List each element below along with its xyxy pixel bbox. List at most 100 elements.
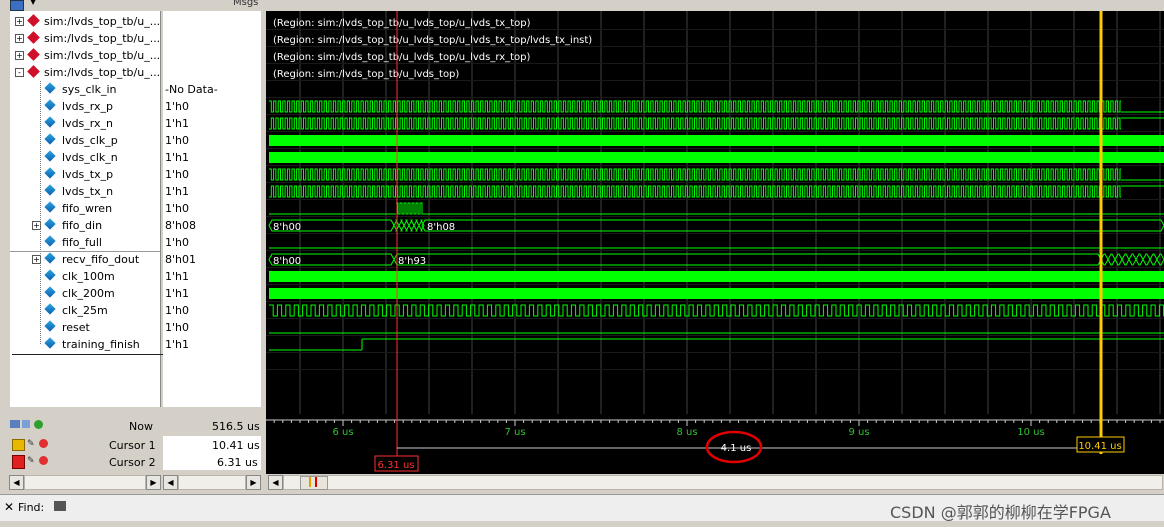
cursor2-tag-label: 6.31 us [378,460,415,471]
waveform-dense-block [269,152,1164,163]
signal-row-lvds-rx-p[interactable]: lvds_rx_p [10,98,160,115]
signal-value [163,30,263,47]
scroll-left-icon[interactable]: ◀ [9,475,24,490]
signal-name: clk_25m [62,304,108,317]
signal-value: 1'h0 [165,168,189,181]
wave-scroll-thumb[interactable] [300,476,328,490]
signal-row-lvds-rx-n[interactable]: lvds_rx_n [10,115,160,132]
cursor1-label[interactable]: Cursor 1 [109,439,156,452]
watermark: CSDN @郭郭的柳柳在学FPGA [890,503,1111,522]
signal-row-lvds-clk-n[interactable]: lvds_clk_n [10,149,160,166]
region-icon [27,14,40,27]
signal-row-fifo-wren[interactable]: fifo_wren [10,200,160,217]
waveform-canvas[interactable]: (Region: sim:/lvds_top_tb/u_lvds_top/u_l… [266,11,1164,414]
signal-name: fifo_full [62,236,102,249]
region-description: (Region: sim:/lvds_top_tb/u_lvds_top/u_l… [273,35,592,46]
signal-name: reset [62,321,90,334]
bus-segment [1135,253,1144,266]
left-gutter [0,11,10,407]
signal-row-lvds-clk-p[interactable]: lvds_clk_p [10,132,160,149]
signal-row-sim-lvds-top-tb-u-[interactable]: + sim:/lvds_top_tb/u_... [10,47,160,64]
signal-name: sim:/lvds_top_tb/u_... [44,15,161,28]
ruler-tick-label: 9 us [848,427,869,438]
add-icon[interactable] [34,420,43,429]
scroll-left-icon[interactable]: ◀ [268,475,283,490]
signal-value: 1'h1 [165,151,189,164]
region-description: (Region: sim:/lvds_top_tb/u_lvds_top) [273,69,459,80]
waveform-trace [396,202,424,215]
signal-row-sim-lvds-top-tb-u-[interactable]: + sim:/lvds_top_tb/u_... [10,13,160,30]
waveform-pane[interactable]: (Region: sim:/lvds_top_tb/u_lvds_top/u_l… [266,11,1164,414]
signal-row-lvds-tx-p[interactable]: lvds_tx_p [10,166,160,183]
collapse-icon[interactable]: - [15,68,24,77]
close-icon[interactable]: ✕ [4,500,14,514]
bus-value-label: 8'h00 [273,222,301,233]
signal-name: training_finish [62,338,140,351]
wave-nav-icon[interactable] [10,0,24,11]
scroll-right-icon[interactable]: ▶ [146,475,161,490]
timeline-canvas[interactable]: 6 us 7 us 8 us 9 us 10 us 4.1 us 10.41 us 6.31 … [266,414,1164,474]
waveform-dense-block [269,288,1164,299]
value-pane-scroll-track[interactable] [178,475,246,490]
bus-segment [421,219,1164,232]
add-cursor-icon[interactable] [10,420,20,428]
waveform-dense-block [269,271,1164,282]
signal-row-training-finish[interactable]: training_finish [10,336,160,353]
signal-name: lvds_rx_p [62,100,113,113]
ruler-tick-label: 7 us [504,427,525,438]
bus-value-label: 8'h08 [427,222,455,233]
signal-row-clk-100m[interactable]: clk_100m [10,268,160,285]
cursor-delta-label: 4.1 us [721,443,752,454]
remove-cursor-icon[interactable] [39,456,48,465]
bus-segment [1107,253,1116,266]
bus-value-label: 8'h00 [273,256,301,267]
signal-value: 1'h0 [165,202,189,215]
signal-icon [44,201,56,213]
signal-name: lvds_tx_p [62,168,114,181]
bus-signal-icon [44,252,56,264]
lock-open-icon[interactable] [12,439,25,451]
scroll-right-icon[interactable]: ▶ [246,475,261,490]
bus-segment [408,219,415,232]
signal-name: fifo_wren [62,202,113,215]
signal-row-sys-clk-in[interactable]: sys_clk_in [10,81,160,98]
signal-row-sim-lvds-top-tb-u-[interactable]: - sim:/lvds_top_tb/u_... [10,64,160,81]
cursor1-tag-label: 10.41 us [1078,441,1121,452]
signal-row-recv-fifo-dout[interactable]: + recv_fifo_dout [10,251,160,268]
wrench-icon[interactable]: ✎ [27,439,35,449]
signal-name-pane: + sim:/lvds_top_tb/u_... + sim:/lvds_top_tb… [10,11,260,407]
signal-row-fifo-din[interactable]: + fifo_din [10,217,160,234]
bus-segment [1114,253,1123,266]
msgs-column-header: Msgs [233,0,259,8]
signal-icon [44,320,56,332]
name-pane-scroll-track[interactable] [24,475,146,490]
signal-value: 1'h0 [165,236,189,249]
signal-row-fifo-full[interactable]: fifo_full [10,234,160,251]
signal-value [163,47,263,64]
signal-row-clk-25m[interactable]: clk_25m [10,302,160,319]
wave-scroll-track[interactable] [283,475,1163,490]
remove-cursor-icon[interactable] [39,439,48,448]
bus-value-label: 8'h93 [398,256,426,267]
expand-icon[interactable]: + [15,34,24,43]
bus-segment [1128,253,1137,266]
signal-row-reset[interactable]: reset [10,319,160,336]
now-label: Now [129,420,153,433]
signal-row-lvds-tx-n[interactable]: lvds_tx_n [10,183,160,200]
cursor2-label[interactable]: Cursor 2 [109,456,156,469]
bus-segment [393,253,1102,266]
signal-name: sim:/lvds_top_tb/u_... [44,32,161,45]
signal-row-clk-200m[interactable]: clk_200m [10,285,160,302]
signal-name: clk_100m [62,270,115,283]
lock-closed-icon[interactable] [12,455,25,469]
zoom-cursor-icon[interactable] [22,420,30,428]
timeline-pane[interactable]: 6 us 7 us 8 us 9 us 10 us 4.1 us 10.41 us 6.31 … [266,414,1164,474]
signal-icon [44,167,56,179]
wrench-icon[interactable]: ✎ [27,456,35,466]
scroll-left-icon[interactable]: ◀ [163,475,178,490]
signal-row-sim-lvds-top-tb-u-[interactable]: + sim:/lvds_top_tb/u_... [10,30,160,47]
expand-icon[interactable]: + [15,51,24,60]
expand-icon[interactable]: + [15,17,24,26]
binoculars-icon[interactable] [54,501,66,511]
chevron-down-icon[interactable]: ▼ [30,0,36,6]
